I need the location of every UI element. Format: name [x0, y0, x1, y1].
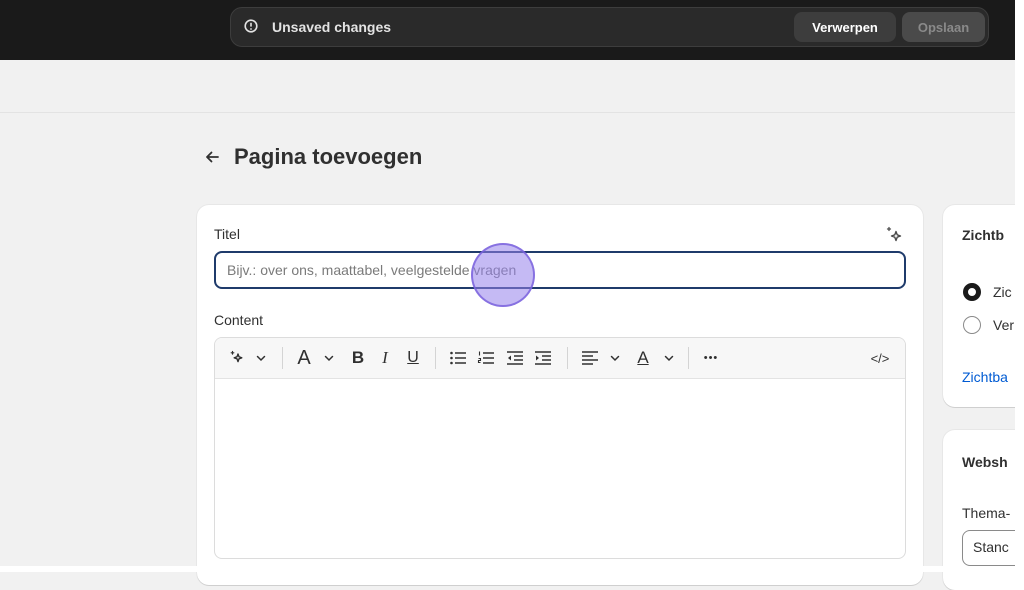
visibility-option-label: Zic — [993, 284, 1012, 300]
discard-button[interactable]: Verwerpen — [794, 12, 896, 42]
magic-icon[interactable] — [884, 225, 904, 245]
save-button[interactable]: Opslaan — [902, 12, 985, 42]
title-input[interactable] — [214, 251, 906, 289]
numbered-list-icon[interactable] — [476, 348, 496, 368]
more-icon[interactable]: ••• — [700, 348, 722, 368]
content-editor[interactable]: A B I U A ••• </> — [214, 337, 906, 559]
magic-icon[interactable] — [227, 348, 247, 368]
title-label: Titel — [214, 226, 240, 242]
back-arrow-icon[interactable] — [203, 148, 221, 166]
theme-label: Thema- — [962, 505, 1011, 521]
indent-icon[interactable] — [533, 348, 553, 368]
visibility-card: Zichtb Zic Ver Zichtba — [943, 205, 1024, 407]
chevron-down-icon[interactable] — [607, 348, 623, 368]
content-label: Content — [214, 312, 264, 328]
visibility-link[interactable]: Zichtba — [962, 369, 1008, 385]
page-content-card: Titel Content A B I U — [197, 205, 923, 585]
editor-toolbar: A B I U A ••• </> — [215, 338, 905, 379]
page-edge — [0, 566, 1024, 572]
header-divider — [0, 112, 1015, 113]
bullet-list-icon[interactable] — [448, 348, 468, 368]
code-icon[interactable]: </> — [868, 348, 892, 368]
underline-icon[interactable]: U — [404, 348, 422, 368]
unsaved-changes-message: Unsaved changes — [272, 19, 392, 35]
toolbar-separator — [435, 347, 436, 369]
visibility-heading: Zichtb — [962, 227, 1004, 243]
visibility-option-label: Ver — [993, 317, 1015, 333]
top-bar: Unsaved changes Verwerpen Opslaan — [0, 0, 1015, 60]
visibility-radio-hidden[interactable] — [963, 316, 981, 334]
toolbar-separator — [567, 347, 568, 369]
page-edge — [1015, 0, 1024, 572]
webshop-heading: Websh — [962, 454, 1008, 470]
chevron-down-icon[interactable] — [661, 348, 677, 368]
text-color-icon[interactable]: A — [633, 348, 653, 368]
unsaved-changes-bar: Unsaved changes Verwerpen Opslaan — [230, 7, 989, 47]
page-title: Pagina toevoegen — [234, 144, 423, 169]
chevron-down-icon[interactable] — [321, 348, 337, 368]
alert-circle-icon — [244, 19, 258, 33]
outdent-icon[interactable] — [505, 348, 525, 368]
italic-icon[interactable]: I — [376, 348, 394, 368]
chevron-down-icon[interactable] — [253, 348, 269, 368]
visibility-radio-visible[interactable] — [963, 283, 981, 301]
toolbar-separator — [282, 347, 283, 369]
text-style-icon[interactable]: A — [293, 347, 315, 369]
bold-icon[interactable]: B — [349, 348, 367, 368]
toolbar-separator — [688, 347, 689, 369]
align-icon[interactable] — [580, 348, 600, 368]
pointer-indicator — [471, 243, 535, 307]
